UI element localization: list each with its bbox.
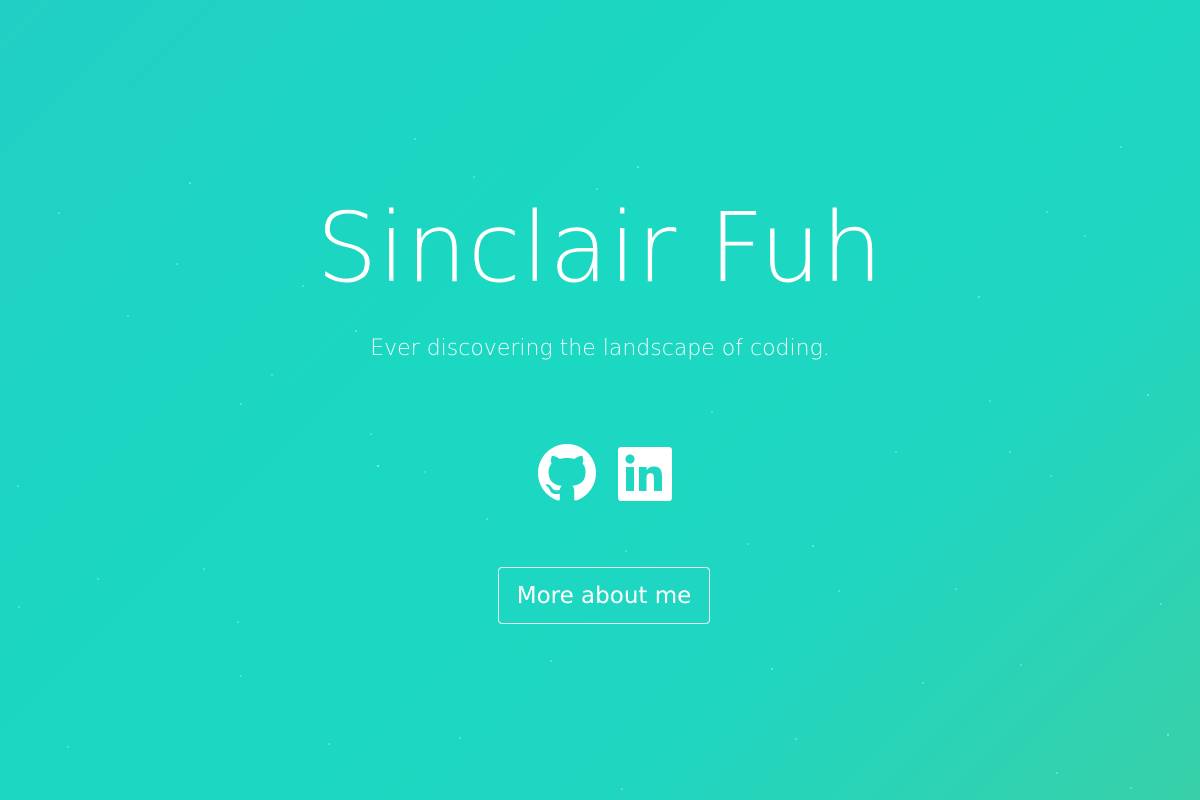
github-icon <box>538 444 596 501</box>
more-about-me-button[interactable]: More about me <box>498 567 710 624</box>
github-link[interactable] <box>538 444 596 502</box>
tagline: Ever discovering the landscape of coding… <box>370 336 830 361</box>
page-title: Sinclair Fuh <box>316 192 884 304</box>
social-links <box>538 444 672 502</box>
linkedin-icon <box>618 447 672 501</box>
hero-section: Sinclair Fuh Ever discovering the landsc… <box>0 0 1200 800</box>
linkedin-link[interactable] <box>618 447 672 501</box>
